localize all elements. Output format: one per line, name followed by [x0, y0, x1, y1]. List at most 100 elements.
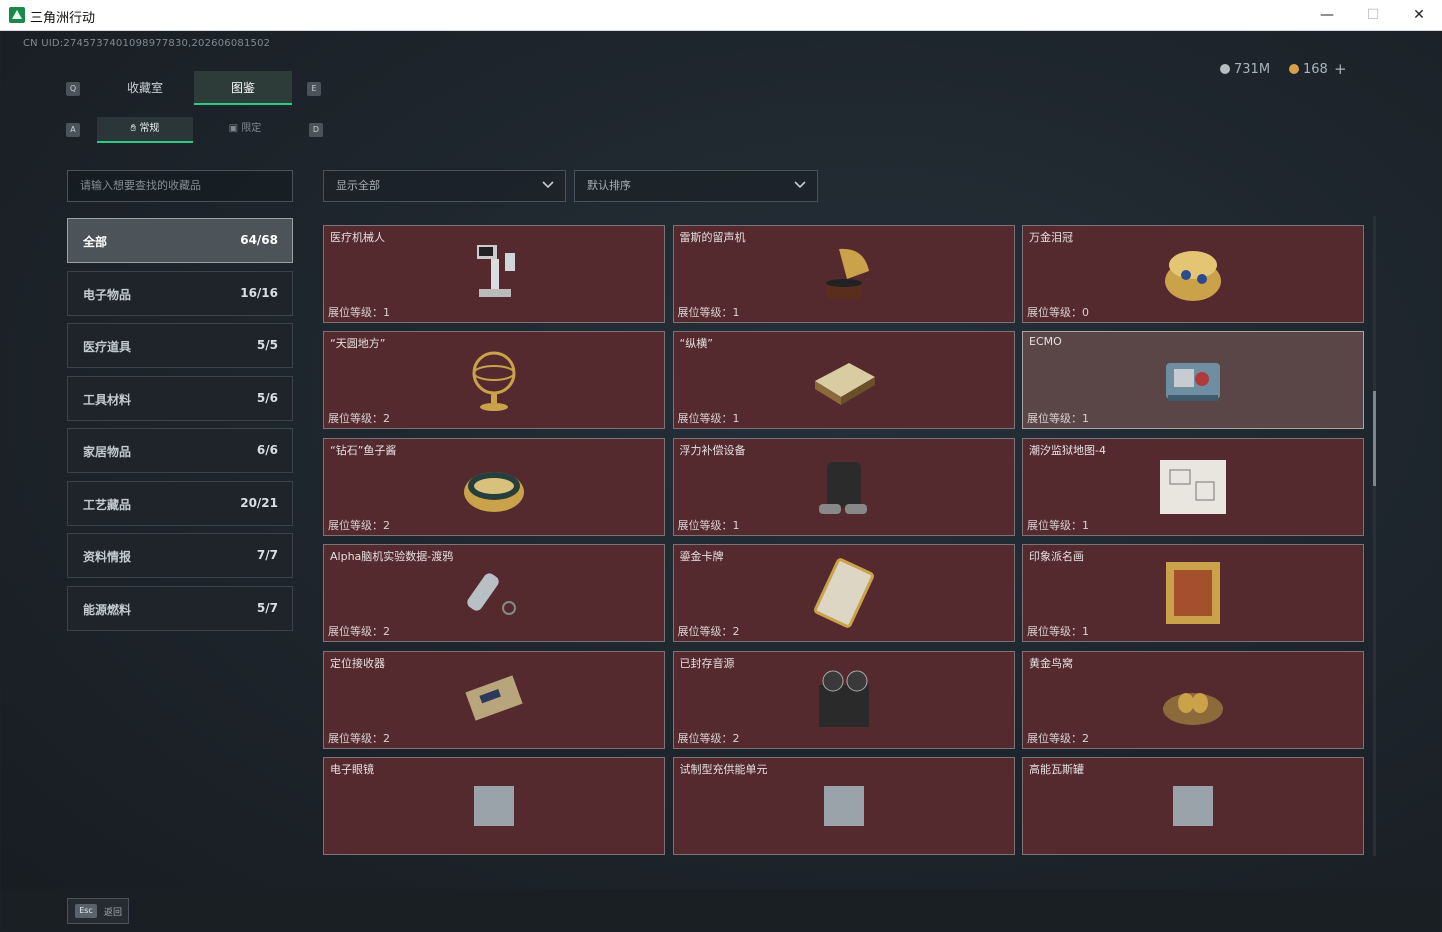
gold-amount: 168 [1303, 62, 1328, 77]
game-screen: CN UID:2745737401098977830,202606081502 … [1, 31, 1441, 931]
item-name: 医疗机械人 [330, 230, 385, 244]
add-currency-button[interactable]: + [1334, 60, 1347, 78]
armillary-icon [472, 351, 516, 411]
collection-item-card[interactable]: “纵横” 展位等级：1 [672, 331, 1015, 429]
item-level: 展位等级：1 [328, 305, 390, 319]
receiver-icon [465, 674, 523, 721]
category-label: 资料情报 [83, 550, 132, 564]
collection-item-card[interactable]: 印象派名画 展位等级：1 [1022, 544, 1364, 642]
item-level: 展位等级：2 [677, 625, 740, 638]
collection-item-card[interactable]: 定位接收器 展位等级：2 [323, 650, 665, 749]
tab-collection-room[interactable]: 收藏室 [96, 71, 194, 105]
item-grid: 微型反应炉 展位等级：0装甲车电池 展位等级：1动力电池组 展位等级：1医疗机械… [323, 216, 1371, 856]
category-item[interactable]: 家居物品 6/6 [67, 428, 293, 473]
collection-item-card[interactable]: 潮汐监狱地图-4 展位等级：1 [1022, 437, 1364, 536]
category-label: 电子物品 [83, 287, 132, 302]
item-name: 浮力补偿设备 [679, 443, 746, 457]
hand-icon: ✋︎ [130, 123, 137, 134]
collection-item-card[interactable]: “钻石”鱼子酱 展位等级：2 [323, 437, 665, 536]
item-name: 试制型充供能单元 [679, 763, 768, 776]
glasses-icon [474, 786, 514, 826]
category-item[interactable]: 电子物品 16/16 [67, 270, 293, 316]
painting-icon [1166, 562, 1220, 624]
category-item[interactable]: 工艺藏品 20/21 [67, 480, 293, 526]
filter-show-value: 显示全部 [336, 179, 380, 192]
gold-currency: 168 [1289, 62, 1328, 77]
tab-catalog[interactable]: 图鉴 [194, 71, 292, 105]
category-label: 能源燃料 [83, 602, 132, 617]
category-item[interactable]: 能源燃料 5/7 [67, 585, 293, 631]
maximize-button[interactable]: ☐ [1350, 0, 1396, 31]
key-hint-a: A [66, 123, 80, 137]
window-titlebar: 三角洲行动 — ☐ ✕ [0, 0, 1442, 31]
collection-item-card[interactable]: 万金泪冠 展位等级：0 [1022, 224, 1364, 323]
item-level: 展位等级：2 [328, 625, 390, 638]
window-title: 三角洲行动 [30, 11, 96, 26]
key-hint-e: E [307, 82, 321, 96]
category-label: 工艺藏品 [83, 497, 132, 512]
item-name: Alpha脑机实验数据-渡鸦 [330, 550, 454, 563]
sort-value: 默认排序 [587, 179, 631, 192]
category-item[interactable]: 工具材料 5/6 [67, 375, 293, 421]
item-level: 展位等级：2 [677, 731, 740, 745]
collection-item-card[interactable]: “天圆地方” 展位等级：2 [323, 331, 665, 429]
item-level: 展位等级：0 [1027, 305, 1089, 319]
data-tube-icon [467, 573, 516, 615]
back-label: 返回 [104, 908, 123, 918]
close-button[interactable]: ✕ [1396, 0, 1442, 31]
card-icon [813, 558, 874, 628]
item-level: 展位等级：1 [677, 518, 740, 532]
item-name: 已封存音源 [679, 656, 735, 670]
item-level: 展位等级：1 [677, 412, 740, 425]
category-count: 5/6 [256, 390, 278, 405]
gold-coin-icon [1289, 64, 1299, 74]
collection-item-card[interactable]: 鎏金卡牌 展位等级：2 [672, 544, 1015, 642]
category-label: 家居物品 [83, 445, 132, 459]
collection-item-card[interactable]: Alpha脑机实验数据-渡鸦 展位等级：2 [323, 544, 665, 642]
item-name: 定位接收器 [330, 656, 385, 670]
category-count: 64/68 [240, 233, 278, 247]
category-count: 7/7 [256, 548, 278, 562]
category-count: 16/16 [240, 285, 278, 300]
item-level: 展位等级：2 [328, 518, 390, 532]
key-hint-d: D [309, 123, 323, 137]
subtab-regular[interactable]: ✋︎ 常规 [97, 117, 193, 143]
robot-arm-icon [477, 244, 515, 297]
chevron-down-icon [794, 181, 806, 189]
category-item[interactable]: 医疗道具 5/5 [67, 323, 293, 368]
collection-item-card[interactable]: 黄金鸟窝 展位等级：2 [1022, 650, 1364, 749]
collection-item-card[interactable]: 试制型充供能单元 [672, 757, 1015, 855]
sort-dropdown[interactable]: 默认排序 [574, 170, 818, 202]
search-input[interactable]: 请输入想要查找的收藏品 [67, 170, 293, 202]
item-name: 雷斯的留声机 [679, 230, 746, 244]
collection-item-card[interactable]: 浮力补偿设备 展位等级：1 [672, 437, 1015, 536]
minimize-button[interactable]: — [1304, 0, 1350, 31]
bottom-bar [1, 889, 1441, 931]
back-button[interactable]: Esc 返回 [67, 898, 129, 924]
item-name: 黄金鸟窝 [1029, 656, 1073, 670]
scrollbar-thumb[interactable] [1373, 391, 1376, 486]
item-level: 展位等级：2 [328, 731, 390, 745]
grid-scrollbar[interactable] [1373, 216, 1376, 856]
power-unit-icon [823, 786, 864, 826]
caviar-icon [464, 471, 524, 512]
category-item[interactable]: 全部 64/68 [67, 218, 293, 263]
collection-item-card[interactable]: 已封存音源 展位等级：2 [672, 650, 1015, 749]
item-name: 潮汐监狱地图-4 [1029, 443, 1106, 457]
collection-item-card[interactable]: ECMO 展位等级：1 [1022, 331, 1364, 429]
category-item[interactable]: 资料情报 7/7 [67, 533, 293, 578]
collection-item-card[interactable]: 电子眼镜 [323, 757, 665, 855]
collection-item-card[interactable]: 医疗机械人 展位等级：1 [323, 224, 665, 323]
esc-key-hint: Esc [75, 904, 97, 918]
collection-item-card[interactable]: 雷斯的留声机 展位等级：1 [672, 224, 1015, 323]
gramophone-icon [825, 248, 869, 299]
subtab-limited-label: 限定 [241, 123, 262, 134]
category-count: 5/7 [256, 600, 278, 615]
silver-amount: 731M [1234, 62, 1271, 77]
subtab-limited[interactable]: ▣ 限定 [197, 117, 293, 143]
filter-show-dropdown[interactable]: 显示全部 [323, 170, 566, 202]
collection-item-card[interactable]: 高能瓦斯罐 [1022, 757, 1364, 855]
tape-recorder-icon [818, 670, 869, 727]
item-name: “天圆地方” [330, 337, 386, 350]
player-uid: CN UID:2745737401098977830,202606081502 [23, 38, 271, 49]
